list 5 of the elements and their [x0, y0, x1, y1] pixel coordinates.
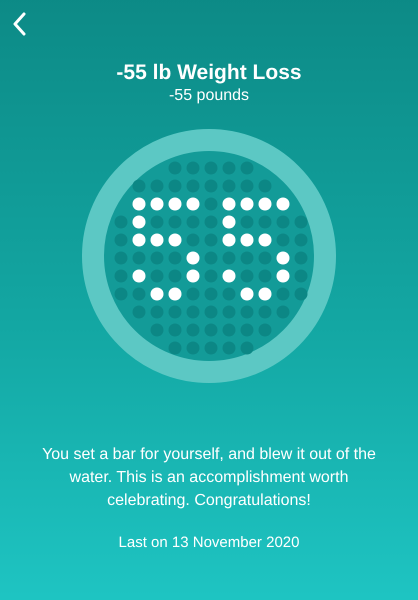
badge-message: You set a bar for yourself, and blew it out of the water. This is an accomplishment worth celebrating. Congratulations!	[41, 445, 377, 512]
badge-subtitle: -55 pounds	[168, 86, 250, 106]
last-earned-date: Last on 13 November 2020	[118, 533, 300, 554]
badge-title: -55 lb Weight Loss	[116, 60, 302, 86]
back-icon	[12, 12, 26, 36]
